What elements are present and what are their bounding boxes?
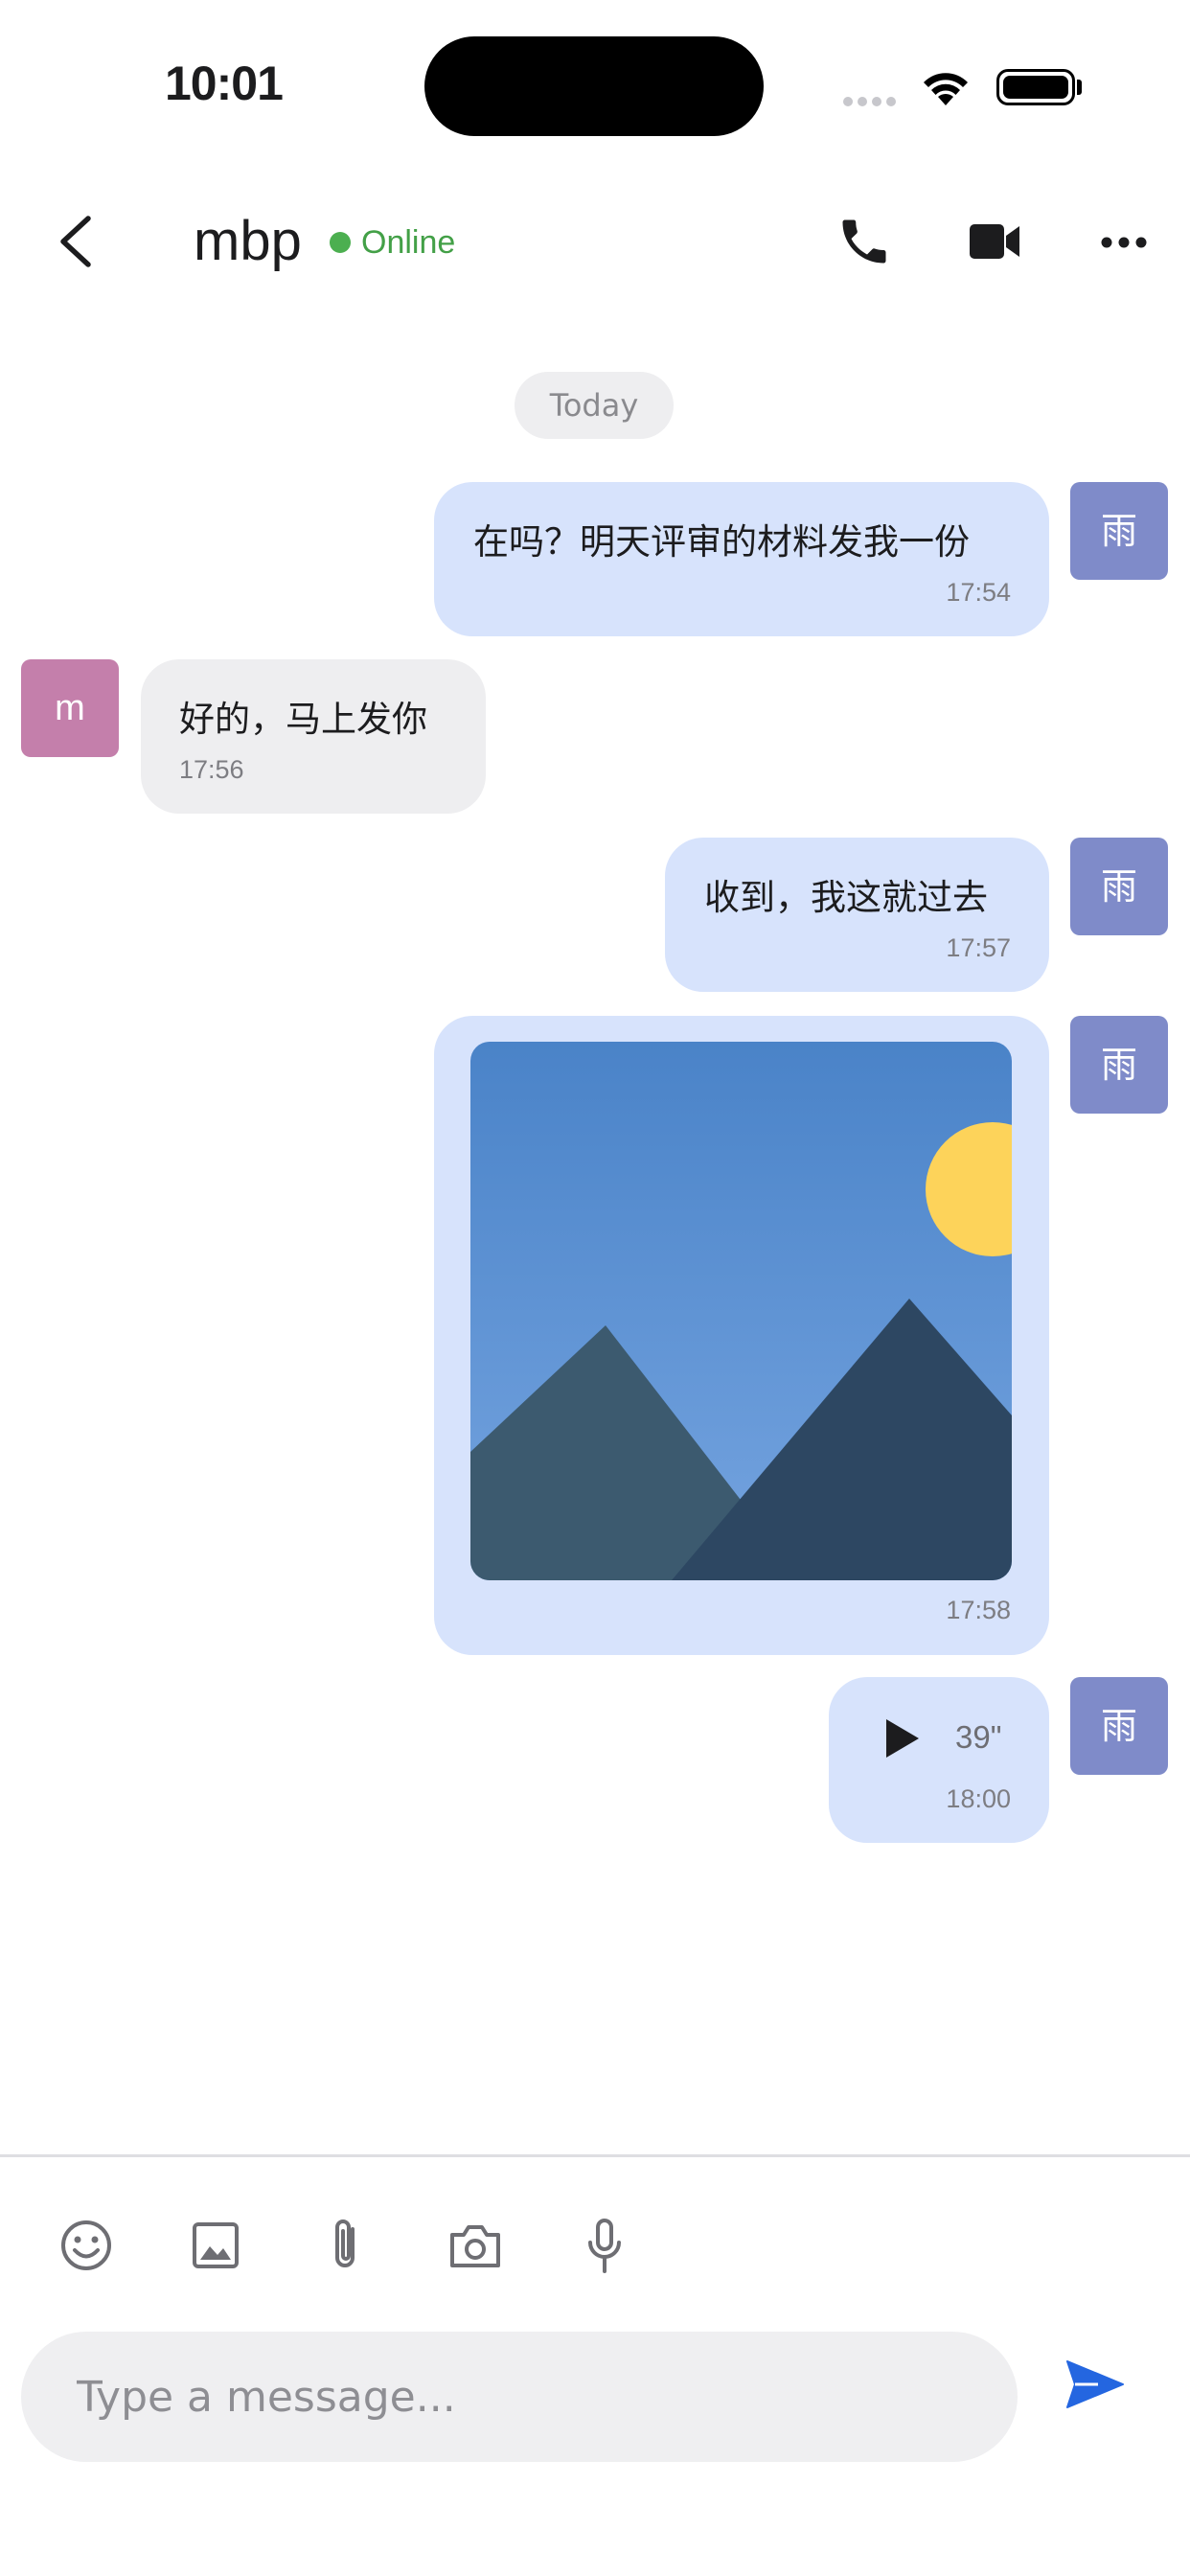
emoji-icon[interactable] [59, 2219, 113, 2272]
message-time: 17:57 [946, 933, 1011, 962]
avatar[interactable]: 雨 [1070, 1677, 1168, 1775]
send-icon[interactable] [1065, 2359, 1125, 2409]
message-time: 17:54 [946, 578, 1011, 607]
avatar[interactable]: 雨 [1070, 838, 1168, 935]
message-time: 18:00 [946, 1784, 1011, 1813]
image-attachment[interactable] [470, 1042, 1012, 1580]
back-chevron-icon[interactable] [54, 213, 100, 270]
video-camera-icon[interactable] [968, 218, 1023, 264]
avatar[interactable]: 雨 [1070, 482, 1168, 580]
voice-message-bubble[interactable]: 39" 18:00 [829, 1677, 1049, 1843]
microphone-icon[interactable] [586, 2218, 623, 2275]
more-icon[interactable] [1100, 230, 1148, 255]
composer-divider [0, 2154, 1190, 2157]
message-bubble-outgoing[interactable]: 在吗？明天评审的材料发我一份 17:54 [434, 482, 1049, 636]
image-icon[interactable] [192, 2221, 240, 2269]
voice-duration: 39" [955, 1719, 1002, 1755]
wifi-icon [924, 73, 968, 105]
landscape-image [470, 1042, 1012, 1580]
avatar[interactable]: m [21, 659, 119, 757]
date-separator: Today [515, 372, 674, 439]
cellular-signal-icon [843, 92, 904, 106]
message-text: 收到，我这就过去 [704, 877, 988, 918]
attachment-icon[interactable] [328, 2216, 362, 2275]
contact-name: mbp [194, 210, 302, 272]
online-status-dot [330, 232, 351, 253]
message-text: 好的，马上发你 [179, 699, 427, 740]
message-bubble-incoming[interactable]: 好的，马上发你 17:56 [141, 659, 486, 814]
avatar[interactable]: 雨 [1070, 1016, 1168, 1114]
play-icon[interactable] [882, 1717, 921, 1760]
message-time: 17:56 [179, 755, 244, 784]
phone-icon[interactable] [835, 213, 893, 270]
message-text: 在吗？明天评审的材料发我一份 [473, 521, 970, 563]
battery-icon [996, 69, 1075, 105]
online-status-label: Online [361, 224, 456, 261]
message-input[interactable] [21, 2332, 1018, 2462]
status-time: 10:01 [165, 57, 284, 110]
battery-tip [1077, 80, 1082, 95]
dynamic-island [424, 36, 764, 136]
message-time: 17:58 [946, 1596, 1011, 1624]
message-bubble-outgoing[interactable]: 收到，我这就过去 17:57 [665, 838, 1049, 992]
camera-icon[interactable] [448, 2221, 502, 2269]
